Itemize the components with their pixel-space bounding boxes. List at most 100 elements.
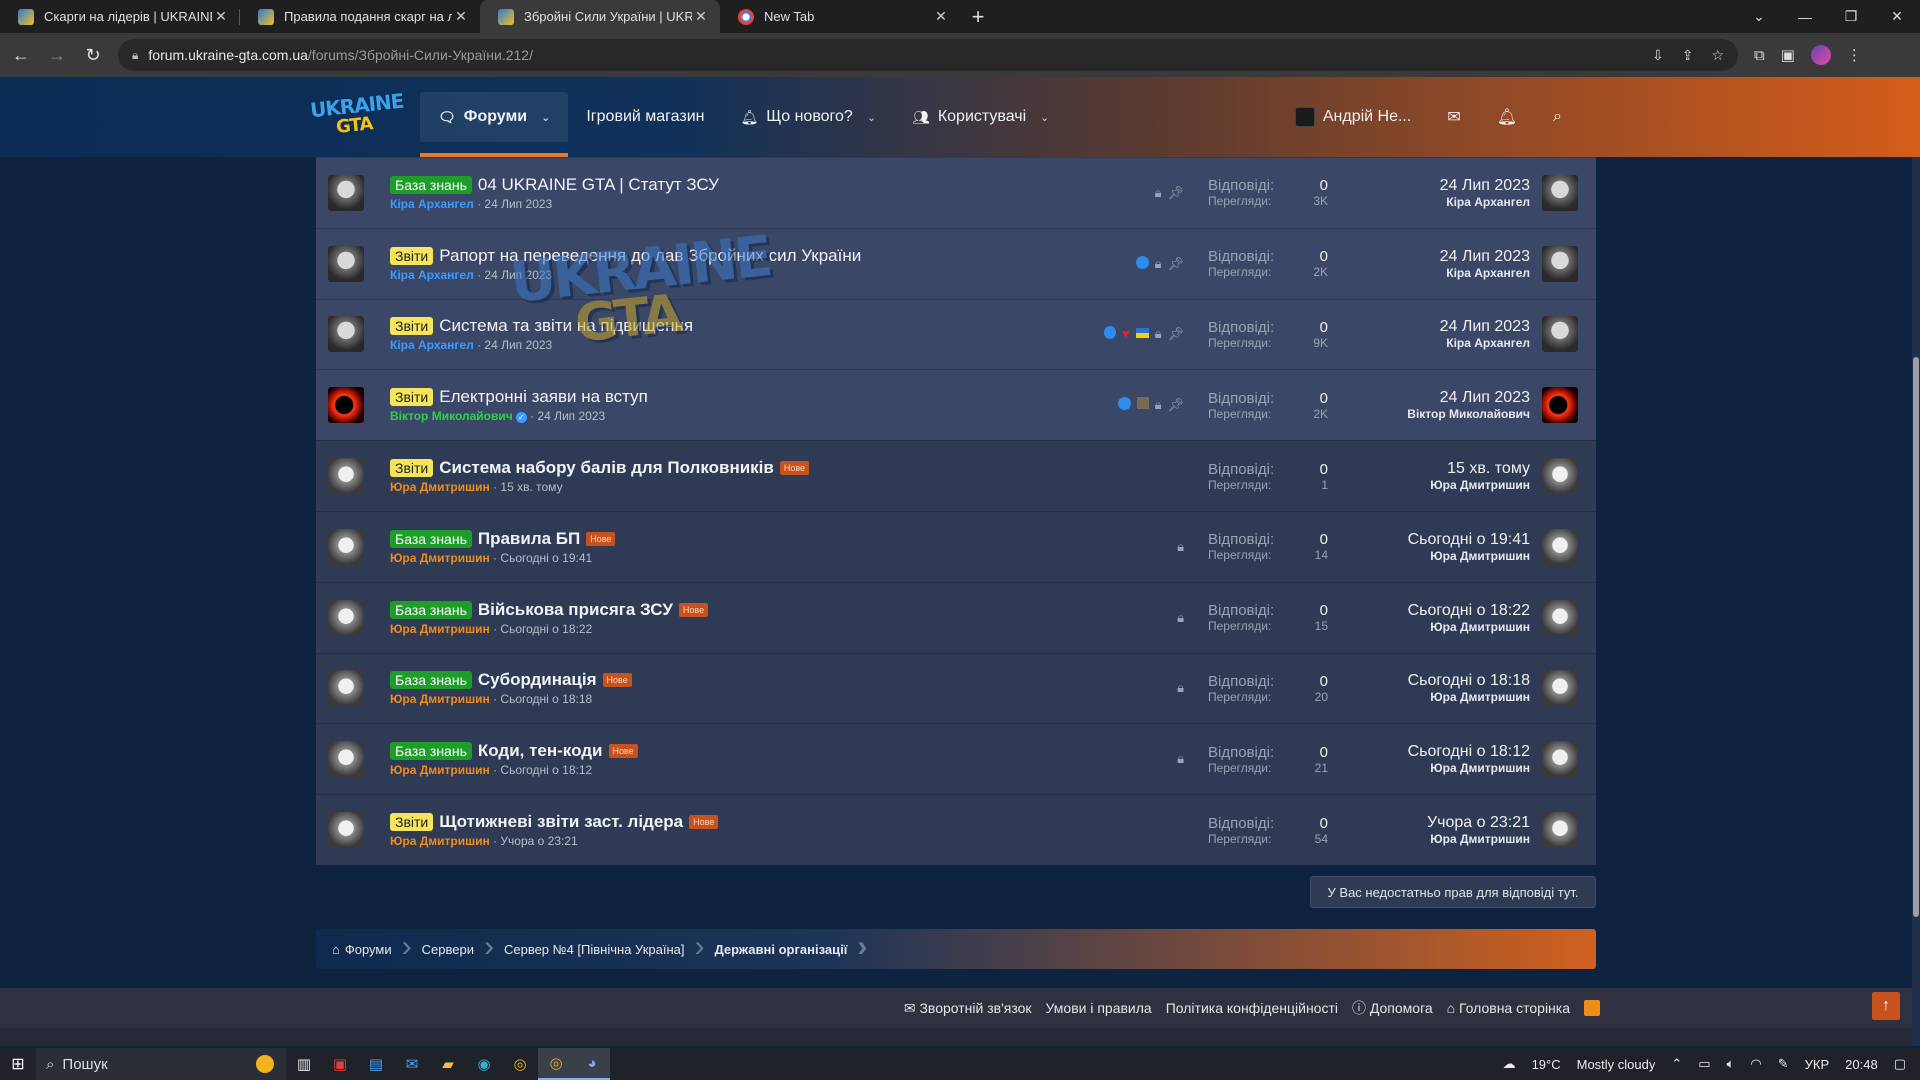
nav-members[interactable]: 👥︎ Користувачі ⌄ xyxy=(894,92,1067,142)
chrome-active-icon[interactable]: ◎ xyxy=(538,1048,574,1080)
browser-tab-2[interactable]: Правила подання скарг на ліде ✕ xyxy=(240,0,480,33)
discord-icon[interactable]: ◕ xyxy=(574,1048,610,1080)
thread-prefix-badge[interactable]: Звіти xyxy=(390,459,434,478)
install-app-icon[interactable]: ⇩ xyxy=(1652,47,1664,64)
last-poster-avatar[interactable] xyxy=(1542,387,1578,424)
windows-start-icon[interactable]: ⊞ xyxy=(0,1048,36,1080)
last-post-author[interactable]: Кіра Архангел xyxy=(1340,195,1530,209)
reload-icon[interactable]: ↻ xyxy=(78,40,108,70)
last-post-author[interactable]: Юра Дмитришин xyxy=(1340,549,1530,563)
last-poster-avatar[interactable] xyxy=(1542,174,1578,211)
nav-shop[interactable]: Ігровий магазин xyxy=(568,92,722,142)
battery-icon[interactable]: ▭ xyxy=(1698,1056,1710,1072)
last-post-author[interactable]: Юра Дмитришин xyxy=(1340,832,1530,846)
thread-author-link[interactable]: Кіра Архангел xyxy=(390,268,474,282)
last-post-time[interactable]: 24 Лип 2023 xyxy=(1340,248,1530,266)
rss-icon[interactable] xyxy=(1584,1000,1600,1016)
thread-row[interactable]: База знань Військова присяга ЗСУ Нове Юр… xyxy=(316,581,1596,653)
thread-row[interactable]: Звіти Система та звіти на підвищення Кір… xyxy=(316,298,1596,370)
thread-title-link[interactable]: Правила БП xyxy=(478,529,580,549)
thread-title-link[interactable]: Субординація xyxy=(478,670,597,690)
thread-row[interactable]: Звіти Система набору балів для Полковник… xyxy=(316,440,1596,511)
chevron-down-icon[interactable]: ⌄ xyxy=(867,111,876,124)
thread-title-link[interactable]: Електронні заяви на вступ xyxy=(439,387,648,407)
maximize-icon[interactable]: ❐ xyxy=(1828,0,1874,33)
author-avatar[interactable] xyxy=(328,316,364,353)
task-view-icon[interactable]: ▥ xyxy=(286,1048,322,1080)
thread-row[interactable]: Звіти Рапорт на переведення до лав Зброй… xyxy=(316,227,1596,299)
alerts-bell-icon[interactable]: 🔔︎ xyxy=(1479,92,1535,142)
last-poster-avatar[interactable] xyxy=(1542,812,1578,849)
thread-author-link[interactable]: Юра Дмитришин xyxy=(390,834,490,848)
clock[interactable]: 20:48 xyxy=(1845,1057,1878,1072)
thread-start-date[interactable]: 24 Лип 2023 xyxy=(484,338,552,352)
footer-home-link[interactable]: ⌂ Головна сторінка xyxy=(1447,1000,1570,1016)
thread-start-date[interactable]: 24 Лип 2023 xyxy=(484,268,552,282)
last-post-time[interactable]: 24 Лип 2023 xyxy=(1340,389,1530,407)
account-menu[interactable]: Андрій Не... xyxy=(1277,92,1429,142)
thread-start-date[interactable]: 15 хв. тому xyxy=(500,480,562,494)
thread-start-date[interactable]: Сьогодні о 18:22 xyxy=(500,622,592,636)
weather-text[interactable]: Mostly cloudy xyxy=(1577,1057,1656,1072)
author-avatar[interactable] xyxy=(328,599,364,636)
author-avatar[interactable] xyxy=(328,528,364,565)
thread-row[interactable]: База знань Субординація Нове Юра Дмитриш… xyxy=(316,652,1596,724)
last-post-time[interactable]: Сьогодні о 18:22 xyxy=(1340,602,1530,620)
thread-prefix-badge[interactable]: Звіти xyxy=(390,317,434,336)
last-post-time[interactable]: Сьогодні о 18:18 xyxy=(1340,672,1530,690)
last-post-time[interactable]: 24 Лип 2023 xyxy=(1340,318,1530,336)
thread-row[interactable]: Звіти Щотижневі звіти заст. лідера Нове … xyxy=(316,794,1596,865)
chrome-icon[interactable]: ◎ xyxy=(502,1048,538,1080)
search-icon[interactable]: ⌕ xyxy=(1535,92,1580,142)
wifi-icon[interactable]: ◠ xyxy=(1750,1056,1761,1072)
thread-start-date[interactable]: Учора о 23:21 xyxy=(500,834,577,848)
gift-app-icon[interactable]: ▣ xyxy=(322,1048,358,1080)
last-post-author[interactable]: Юра Дмитришин xyxy=(1340,690,1530,704)
thread-start-date[interactable]: Сьогодні о 18:18 xyxy=(500,692,592,706)
thread-prefix-badge[interactable]: База знань xyxy=(390,600,472,619)
last-poster-avatar[interactable] xyxy=(1542,245,1578,282)
mail-icon[interactable]: ✉ xyxy=(394,1048,430,1080)
last-poster-avatar[interactable] xyxy=(1542,458,1578,495)
chevron-down-icon[interactable]: ⌄ xyxy=(541,111,550,124)
notification-icon[interactable]: ▢ xyxy=(1894,1056,1906,1072)
author-avatar[interactable] xyxy=(328,812,364,849)
last-poster-avatar[interactable] xyxy=(1542,316,1578,353)
thread-title-link[interactable]: Коди, тен-коди xyxy=(478,741,603,761)
footer-contact-link[interactable]: ✉ Зворотній зв'язок xyxy=(904,1000,1032,1017)
tab-search-chevron-icon[interactable]: ⌄ xyxy=(1736,0,1782,33)
thread-author-link[interactable]: Юра Дмитришин xyxy=(390,763,490,777)
last-post-time[interactable]: 24 Лип 2023 xyxy=(1340,177,1530,195)
browser-tab-3-active[interactable]: Збройні Сили України | UKRAIN ✕ xyxy=(480,0,720,33)
last-post-time[interactable]: 15 хв. тому xyxy=(1340,460,1530,478)
author-avatar[interactable] xyxy=(328,245,364,282)
author-avatar[interactable] xyxy=(328,174,364,211)
edge-browser-icon[interactable]: ◉ xyxy=(466,1048,502,1080)
side-panel-icon[interactable]: ▣ xyxy=(1781,46,1795,64)
address-bar[interactable]: 🔒︎ forum.ukraine-gta.com.ua/forums/Зброй… xyxy=(118,39,1738,71)
last-poster-avatar[interactable] xyxy=(1542,741,1578,778)
last-poster-avatar[interactable] xyxy=(1542,528,1578,565)
thread-prefix-badge[interactable]: Звіти xyxy=(390,388,434,407)
thread-start-date[interactable]: Сьогодні о 18:12 xyxy=(500,763,592,777)
thread-author-link[interactable]: Кіра Архангел xyxy=(390,197,474,211)
last-post-time[interactable]: Сьогодні о 19:41 xyxy=(1340,531,1530,549)
footer-terms-link[interactable]: Умови і правила xyxy=(1046,1000,1152,1016)
chevron-down-icon[interactable]: ⌄ xyxy=(1040,111,1049,124)
author-avatar[interactable] xyxy=(328,670,364,707)
tray-chevron-up-icon[interactable]: ⌃ xyxy=(1671,1056,1682,1072)
browser-tab-4[interactable]: New Tab ✕ xyxy=(720,0,960,33)
tab-close-icon[interactable]: ✕ xyxy=(212,8,230,25)
thread-title-link[interactable]: Рапорт на переведення до лав Збройних си… xyxy=(439,246,861,266)
forward-arrow-icon[interactable]: → xyxy=(42,40,72,70)
thread-row[interactable]: База знань 04 UKRAINE GTA | Статут ЗСУ К… xyxy=(316,157,1596,228)
breadcrumb-servers[interactable]: Сервери xyxy=(406,929,495,969)
breadcrumb-server-4[interactable]: Сервер №4 [Північна Україна] xyxy=(488,929,704,969)
thread-title-link[interactable]: Військова присяга ЗСУ xyxy=(478,600,673,620)
thread-title-link[interactable]: Система набору балів для Полковників xyxy=(439,458,774,478)
thread-prefix-badge[interactable]: Звіти xyxy=(390,813,434,832)
share-icon[interactable]: ⇪ xyxy=(1682,47,1694,64)
page-scrollbar[interactable] xyxy=(1912,157,1920,1045)
site-logo[interactable]: UKRAINE GTA xyxy=(309,89,404,140)
last-post-author[interactable]: Віктор Миколайович xyxy=(1340,407,1530,421)
